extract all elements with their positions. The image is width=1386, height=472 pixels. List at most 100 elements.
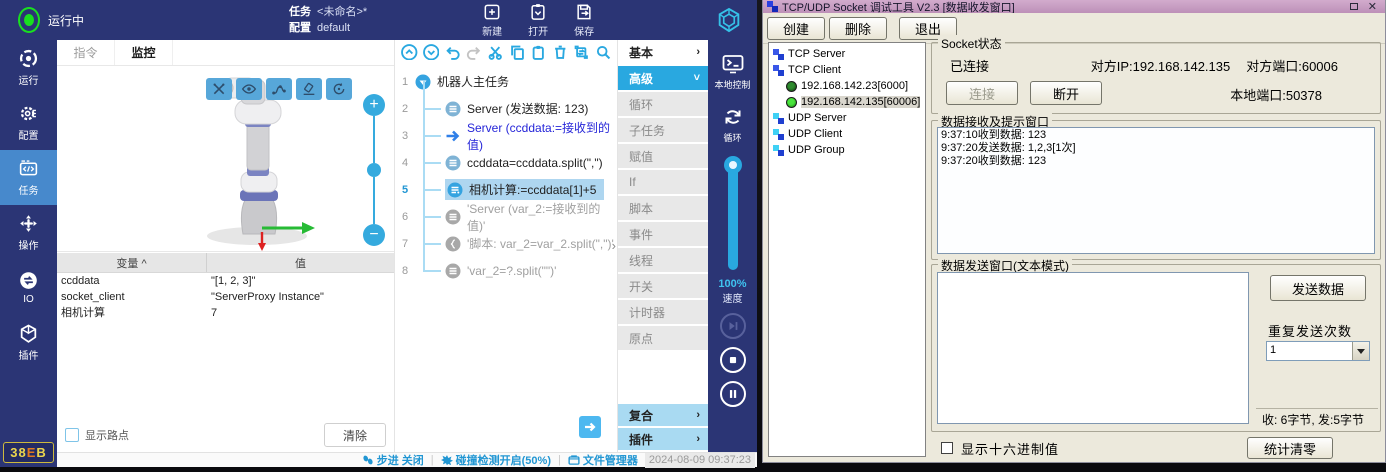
task-tree-row[interactable]: 3Server (ccddata:=接收到的值) [395, 122, 617, 149]
rotate-view-icon[interactable] [326, 78, 352, 100]
hex-display-checkbox[interactable] [941, 442, 953, 454]
variable-row[interactable]: 相机计算7 [57, 305, 394, 321]
task-tree-row[interactable]: 7'脚本: var_2=var_2.split(",")' [395, 230, 617, 257]
connect-button[interactable]: 连接 [946, 81, 1018, 105]
variable-name: 相机计算 [57, 305, 207, 321]
zoom-out-button[interactable]: − [363, 224, 385, 246]
command-section-origin[interactable]: 原点 [618, 326, 708, 350]
topbar-action-save[interactable]: 保存 [574, 2, 594, 38]
local-control-icon[interactable] [721, 52, 745, 76]
path-icon[interactable] [266, 78, 292, 100]
tree-node-udp-client[interactable]: UDP Client [769, 126, 925, 142]
maximize-button[interactable] [1350, 3, 1358, 10]
clear-variables-button[interactable]: 清除 [324, 423, 386, 447]
tree-connector [423, 257, 445, 284]
panel-collapse-handle[interactable]: › [612, 238, 616, 253]
speed-slider-handle[interactable] [724, 156, 742, 174]
clear-statistics-button[interactable]: 统计清零 [1247, 437, 1333, 459]
copy-icon[interactable] [509, 44, 526, 61]
tab-monitor[interactable]: 监控 [115, 40, 173, 65]
delete-icon[interactable] [552, 44, 569, 61]
tree-node-tcp-server[interactable]: TCP Server [769, 46, 925, 62]
command-section-plugin[interactable]: 插件› [618, 428, 708, 450]
sidebar-item-plugin-label: 插件 [19, 347, 39, 362]
send-textarea[interactable] [937, 272, 1249, 424]
sidebar-item-run[interactable]: 运行 [0, 40, 57, 95]
tree-node-label: UDP Client [788, 128, 842, 140]
variables-header-name[interactable]: 变量 ^ [57, 253, 207, 272]
sidebar-item-task[interactable]: 任务 [0, 150, 57, 205]
command-section-assign[interactable]: 赋值 [618, 144, 708, 168]
delete-button[interactable]: 删除 [829, 17, 887, 40]
task-tree-row[interactable]: 1机器人主任务 [395, 68, 617, 95]
repeat-count-combobox[interactable]: 1 [1266, 341, 1370, 361]
undo-icon[interactable] [444, 44, 461, 61]
command-section-basic[interactable]: 基本› [618, 40, 708, 64]
tree-node-conn-6000[interactable]: 192.168.142.23[6000] [769, 78, 925, 94]
udp-node-icon [773, 129, 784, 140]
combobox-dropdown-icon[interactable] [1352, 342, 1369, 360]
robot-status-bar: 步进 关闭 | 碰撞检测开启(50%) | 文件管理器 2024-08-09 0… [57, 452, 757, 467]
variable-row[interactable]: socket_client"ServerProxy Instance" [57, 289, 394, 305]
task-tree-row[interactable]: 6'Server (var_2:=接收到的值)' [395, 203, 617, 230]
collision-detection-status[interactable]: 碰撞检测开启(50%) [441, 452, 551, 468]
sidebar-item-operate[interactable]: 操作 [0, 205, 57, 260]
search-icon[interactable] [595, 44, 612, 61]
next-page-arrow-button[interactable] [579, 416, 601, 438]
command-section-timer[interactable]: 计时器 [618, 300, 708, 324]
close-button[interactable]: ✕ [1368, 2, 1377, 12]
viewport-3d[interactable]: + − [57, 66, 394, 252]
tab-command[interactable]: 指令 [57, 40, 115, 65]
expand-all-icon[interactable] [423, 44, 440, 61]
command-accordion: 基本›高级˅循环子任务赋值If脚本事件线程开关计时器原点复合›插件› [618, 40, 708, 452]
task-tree: 1机器人主任务2Server (发送数据: 123)3Server (ccdda… [395, 68, 617, 452]
variables-header-value[interactable]: 值 [207, 253, 394, 272]
create-button[interactable]: 创建 [767, 17, 825, 40]
paste-icon[interactable] [530, 44, 547, 61]
task-tree-row[interactable]: 4ccddata=ccddata.split(",") [395, 149, 617, 176]
command-section-if[interactable]: If [618, 170, 708, 194]
stop-button[interactable] [720, 347, 746, 373]
show-waypoints-checkbox[interactable] [65, 428, 79, 442]
sidebar-item-plugin[interactable]: 插件 [0, 315, 57, 370]
topbar-action-open[interactable]: 打开 [528, 2, 548, 38]
badge-segment: 38 [10, 445, 26, 460]
file-manager-link[interactable]: 文件管理器 [568, 452, 638, 468]
collapse-all-icon[interactable] [401, 44, 418, 61]
command-section-switch[interactable]: 开关 [618, 274, 708, 298]
zoom-in-button[interactable]: + [363, 94, 385, 116]
command-section-composite[interactable]: 复合› [618, 404, 708, 426]
tree-node-udp-server[interactable]: UDP Server [769, 110, 925, 126]
topbar-action-new[interactable]: 新建 [482, 2, 502, 38]
sidebar-item-io[interactable]: IO [0, 260, 57, 315]
sidebar-item-config[interactable]: 配置 [0, 95, 57, 150]
cut-icon[interactable] [487, 44, 504, 61]
receive-log[interactable]: 9:37:10收到数据: 1239:37:20发送数据: 1,2,3[1次]9:… [937, 127, 1375, 254]
command-section-script[interactable]: 脚本 [618, 196, 708, 220]
tree-node-conn-60006[interactable]: 192.168.142.135[60006] [769, 94, 925, 110]
pause-button[interactable] [720, 381, 746, 407]
step-mode-status[interactable]: 步进 关闭 [362, 452, 424, 468]
window-titlebar[interactable]: TCP/UDP Socket 调试工具 V2.3 [数据收发窗口] ✕ [763, 0, 1385, 13]
loop-mode-label: 循环 [723, 131, 741, 144]
command-section-thread[interactable]: 线程 [618, 248, 708, 272]
command-section-subtask[interactable]: 子任务 [618, 118, 708, 142]
eye-icon[interactable] [236, 78, 262, 100]
speed-slider[interactable] [728, 158, 738, 270]
zoom-slider-handle[interactable] [367, 163, 381, 177]
command-section-advanced[interactable]: 高级˅ [618, 66, 708, 90]
eraser-icon[interactable] [296, 78, 322, 100]
loop-mode-icon[interactable] [721, 105, 745, 129]
disconnect-button[interactable]: 断开 [1030, 81, 1102, 105]
task-tree-row[interactable]: 8'var_2=?.split("")' [395, 257, 617, 284]
socket-connection-tree: TCP ServerTCP Client192.168.142.23[6000]… [768, 42, 926, 457]
step-next-button[interactable] [720, 313, 746, 339]
tree-node-tcp-client[interactable]: TCP Client [769, 62, 925, 78]
tools-icon[interactable] [206, 78, 232, 100]
replace-icon[interactable] [573, 44, 590, 61]
command-section-loop[interactable]: 循环 [618, 92, 708, 116]
command-section-event[interactable]: 事件 [618, 222, 708, 246]
variable-row[interactable]: ccddata"[1, 2, 3]" [57, 273, 394, 289]
tree-node-udp-group[interactable]: UDP Group [769, 142, 925, 158]
send-data-button[interactable]: 发送数据 [1270, 275, 1366, 301]
